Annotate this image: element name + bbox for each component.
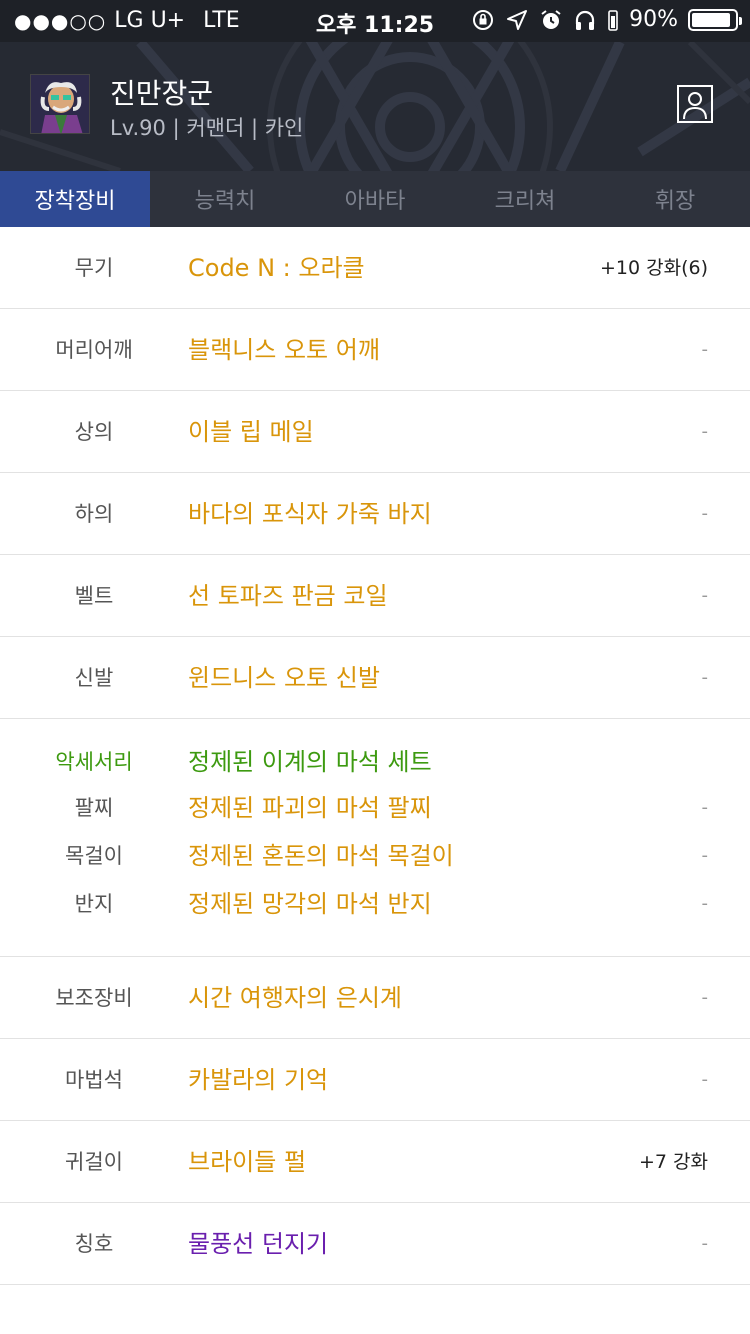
tab-avatar[interactable]: 아바타 [300, 171, 450, 227]
slot-label: 신발 [74, 666, 114, 690]
item-name[interactable]: 정제된 파괴의 마석 팔찌 [188, 788, 432, 828]
character-header: 진만장군 Lv.90 | 커맨더 | 카인 [0, 42, 750, 171]
equipment-row-belt[interactable]: 벨트 선 토파즈 판금 코일 - [0, 555, 750, 637]
enhancement-value: - [701, 421, 709, 442]
battery-percent: 90% [629, 7, 678, 32]
slot-label: 귀걸이 [65, 1150, 123, 1174]
item-name[interactable]: 카발라의 기억 [188, 1039, 328, 1121]
equipment-list: 무기 Code N : 오라클 +10 강화(6) 머리어깨 블랙니스 오토 어… [0, 227, 750, 1285]
equipment-row-bottom[interactable]: 하의 바다의 포식자 가죽 바지 - [0, 473, 750, 555]
phone-battery-icon [608, 9, 618, 31]
slot-label: 반지 [74, 892, 114, 916]
item-name[interactable]: 선 토파즈 판금 코일 [188, 555, 388, 637]
tab-creature[interactable]: 크리쳐 [450, 171, 600, 227]
enhancement-value: - [701, 667, 709, 688]
enhancement-value: - [701, 987, 709, 1008]
equipment-row-shoulder[interactable]: 머리어깨 블랙니스 오토 어깨 - [0, 309, 750, 391]
accessory-item-ring[interactable]: 반지 정제된 망각의 마석 반지 - [0, 884, 750, 924]
item-name[interactable]: 정제된 망각의 마석 반지 [188, 884, 432, 924]
location-icon [507, 9, 528, 30]
slot-label: 하의 [74, 502, 114, 526]
enhancement-value: +10 강화(6) [599, 257, 708, 279]
slot-label: 악세서리 [55, 750, 133, 774]
enhancement-value: - [701, 797, 709, 818]
enhancement-value: - [701, 339, 709, 360]
item-name[interactable]: 정제된 혼돈의 마석 목걸이 [188, 836, 454, 876]
item-name[interactable]: 윈드니스 오토 신발 [188, 637, 380, 719]
character-name: 진만장군 [110, 77, 214, 110]
accessory-set-line[interactable]: 악세서리 정제된 이계의 마석 세트 [0, 742, 750, 782]
slot-label: 보조장비 [55, 986, 133, 1010]
slot-label: 벨트 [74, 584, 114, 608]
person-icon [683, 92, 707, 120]
tab-equipment[interactable]: 장착장비 [0, 171, 150, 227]
equipment-row-accessory: 악세서리 정제된 이계의 마석 세트 팔찌 정제된 파괴의 마석 팔찌 - 목걸… [0, 719, 750, 957]
enhancement-value: - [701, 845, 709, 866]
slot-label: 머리어깨 [55, 338, 133, 362]
equipment-row-earring[interactable]: 귀걸이 브라이들 펄 +7 강화 [0, 1121, 750, 1203]
item-name[interactable]: Code N : 오라클 [188, 227, 365, 309]
item-name[interactable]: 물풍선 던지기 [188, 1203, 328, 1285]
enhancement-value: - [701, 585, 709, 606]
enhancement-value: +7 강화 [638, 1151, 708, 1173]
profile-button[interactable] [677, 85, 713, 123]
accessory-item-necklace[interactable]: 목걸이 정제된 혼돈의 마석 목걸이 - [0, 836, 750, 876]
slot-label: 칭호 [74, 1232, 114, 1256]
item-name[interactable]: 바다의 포식자 가죽 바지 [188, 473, 432, 555]
character-avatar[interactable] [30, 74, 90, 134]
accessory-item-bracelet[interactable]: 팔찌 정제된 파괴의 마석 팔찌 - [0, 788, 750, 828]
slot-label: 무기 [74, 256, 114, 280]
enhancement-value: - [701, 503, 709, 524]
item-name[interactable]: 시간 여행자의 은시계 [188, 957, 402, 1039]
alarm-icon [541, 9, 561, 29]
slot-label: 목걸이 [65, 844, 123, 868]
status-bar: ●●●○○ LG U+ LTE 오후 11:25 90% [0, 0, 750, 42]
tab-stats[interactable]: 능력치 [150, 171, 300, 227]
item-name[interactable]: 블랙니스 오토 어깨 [188, 309, 380, 391]
enhancement-value: - [701, 1233, 709, 1254]
tab-bar: 장착장비 능력치 아바타 크리쳐 휘장 [0, 171, 750, 227]
rotation-lock-icon [473, 9, 494, 30]
slot-label: 상의 [74, 420, 114, 444]
battery-icon [688, 8, 742, 31]
equipment-row-weapon[interactable]: 무기 Code N : 오라클 +10 강화(6) [0, 227, 750, 309]
equipment-row-title[interactable]: 칭호 물풍선 던지기 - [0, 1203, 750, 1285]
equipment-row-top[interactable]: 상의 이블 립 메일 - [0, 391, 750, 473]
character-info: Lv.90 | 커맨더 | 카인 [110, 116, 304, 140]
equipment-row-shoes[interactable]: 신발 윈드니스 오토 신발 - [0, 637, 750, 719]
enhancement-value: - [701, 893, 709, 914]
headphones-icon [575, 10, 595, 30]
equipment-row-magic-stone[interactable]: 마법석 카발라의 기억 - [0, 1039, 750, 1121]
slot-label: 팔찌 [74, 796, 114, 820]
slot-label: 마법석 [65, 1068, 123, 1092]
equipment-row-support[interactable]: 보조장비 시간 여행자의 은시계 - [0, 957, 750, 1039]
set-name[interactable]: 정제된 이계의 마석 세트 [188, 742, 432, 782]
enhancement-value: - [701, 1069, 709, 1090]
character-portrait-icon [31, 75, 89, 133]
item-name[interactable]: 브라이들 펄 [188, 1121, 306, 1203]
item-name[interactable]: 이블 립 메일 [188, 391, 314, 473]
tab-insignia[interactable]: 휘장 [600, 171, 750, 227]
